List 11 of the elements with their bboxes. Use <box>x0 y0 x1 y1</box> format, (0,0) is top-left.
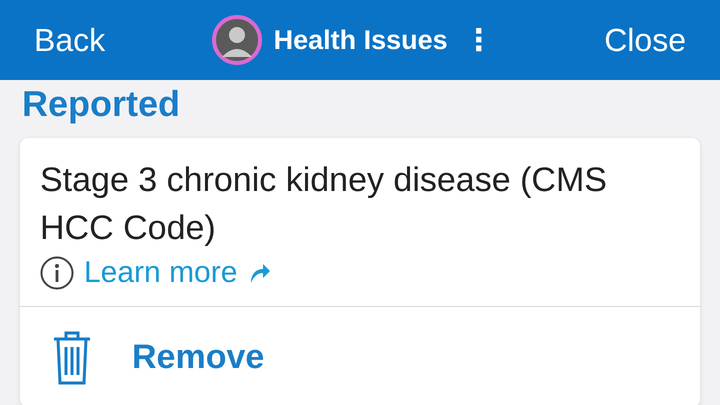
section-heading: Reported <box>21 82 182 126</box>
remove-button[interactable]: Remove <box>132 338 264 376</box>
more-menu-button[interactable]: ⋮ <box>460 22 498 58</box>
trash-icon <box>52 329 92 385</box>
screen-title: Health Issues <box>274 24 448 56</box>
learn-more-link[interactable]: Learn more <box>84 256 238 290</box>
issue-name: Stage 3 chronic kidney disease (CMS HCC Code) <box>40 160 608 249</box>
close-button[interactable]: Close <box>604 22 686 58</box>
info-icon <box>40 256 74 290</box>
back-button[interactable]: Back <box>34 22 106 58</box>
avatar-icon <box>212 15 262 65</box>
